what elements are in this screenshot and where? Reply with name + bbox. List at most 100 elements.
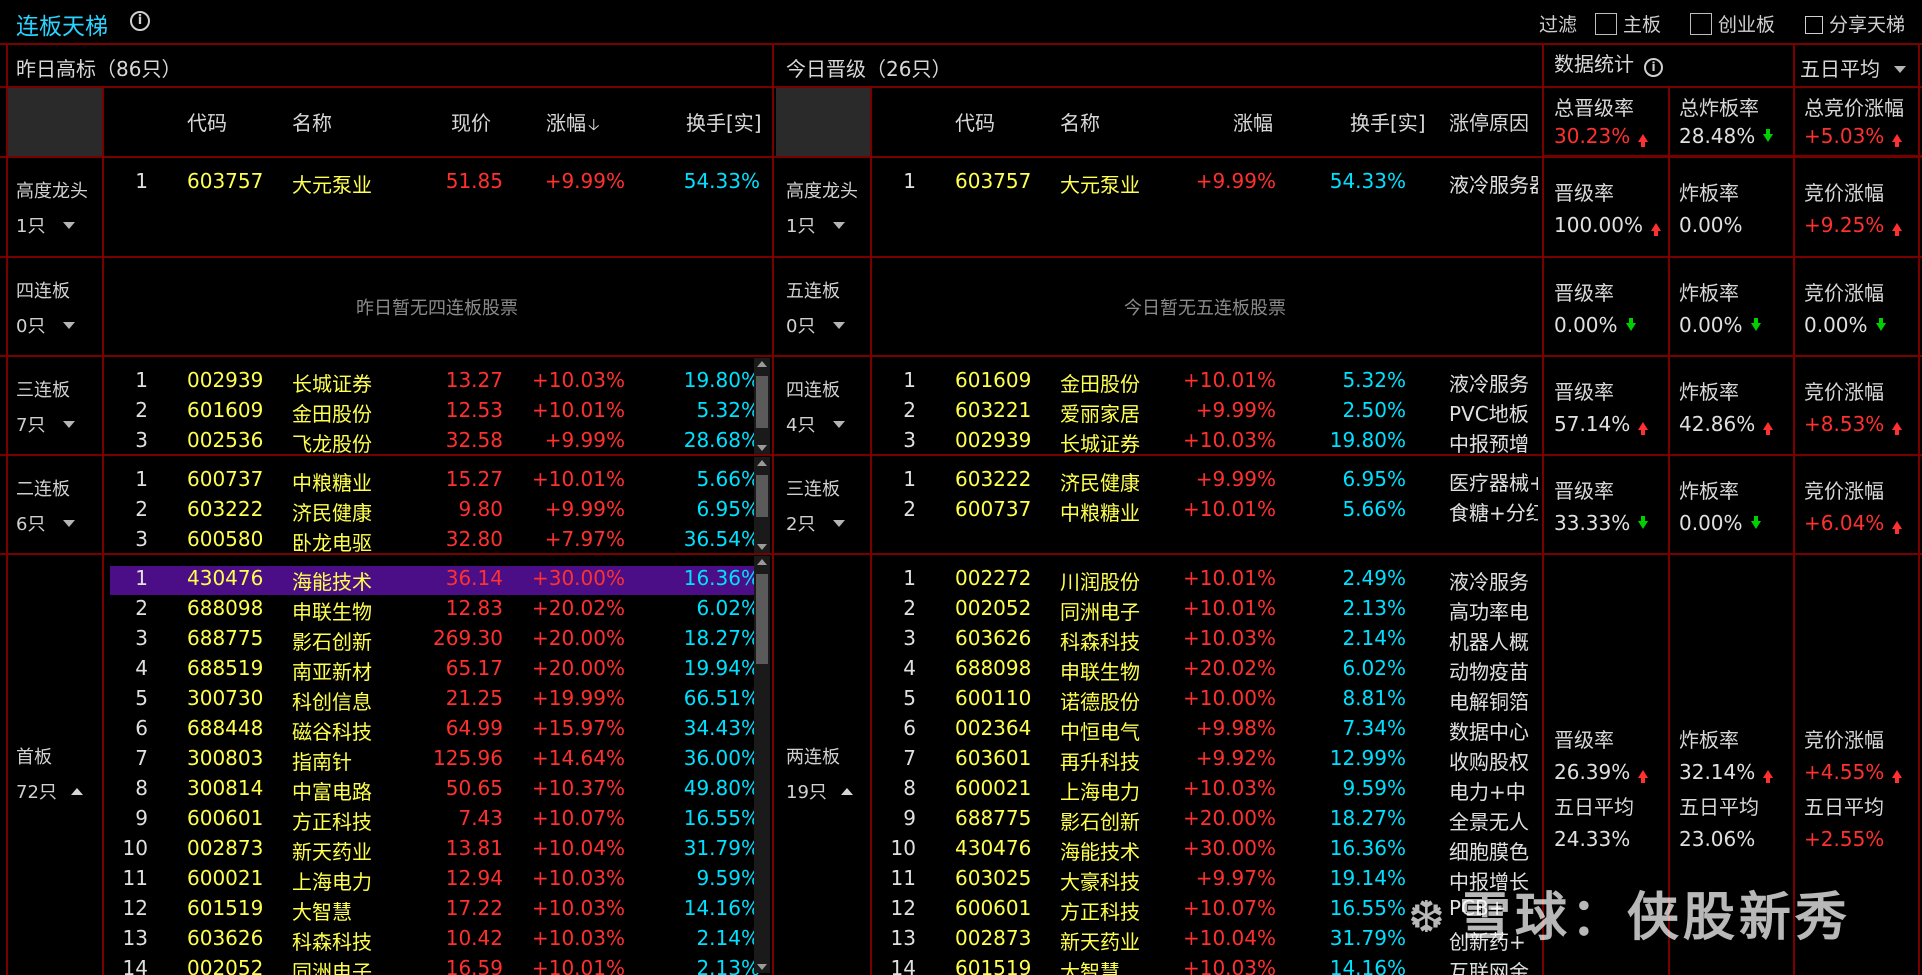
scroll-down-icon[interactable]: [757, 445, 767, 451]
chinext-checkbox[interactable]: 创业板: [1690, 10, 1775, 37]
chevron-down-icon: [63, 322, 76, 329]
left-corner: [8, 88, 102, 156]
table-row[interactable]: 11 600021 上海电力 12.94 +10.03% 9.59%: [110, 866, 760, 895]
table-row[interactable]: 1 002272 川润股份 +10.01% 2.49% 液冷服务: [878, 566, 1538, 595]
col-price[interactable]: 现价: [451, 107, 491, 136]
col-change-sorted[interactable]: 涨幅 🡣: [546, 107, 600, 141]
table-row[interactable]: 7 300803 指南针 125.96 +14.64% 36.00%: [110, 746, 760, 775]
table-row[interactable]: 5 300730 科创信息 21.25 +19.99% 66.51%: [110, 686, 760, 715]
col-reason[interactable]: 涨停原因: [1449, 107, 1529, 136]
table-row[interactable]: 2 603222 济民健康 9.80 +9.99% 6.95%: [110, 497, 760, 526]
scrollbar-thumb[interactable]: [756, 475, 768, 517]
table-row[interactable]: 4 688519 南亚新材 65.17 +20.00% 19.94%: [110, 656, 760, 685]
table-row[interactable]: 1 601609 金田股份 +10.01% 5.32% 液冷服务: [878, 368, 1538, 397]
checkbox-icon[interactable]: [1690, 13, 1712, 35]
title-bar: 连板天梯 i 过滤 主板 创业板 分享天梯: [0, 0, 1922, 44]
table-row[interactable]: 8 300814 中富电路 50.65 +10.37% 49.80%: [110, 776, 760, 805]
scroll-down-icon[interactable]: [757, 964, 767, 970]
table-row[interactable]: 10 430476 海能技术 +30.00% 16.36% 细胞膜色: [878, 836, 1538, 865]
table-row[interactable]: 12 601519 大智慧 17.22 +10.03% 14.16%: [110, 896, 760, 925]
five-day-average: 五日平均 24.33%: [1554, 794, 1634, 851]
arrow-up-icon: [1638, 769, 1649, 783]
table-row[interactable]: 2 603221 爱丽家居 +9.99% 2.50% PVC地板: [878, 398, 1538, 427]
col-code[interactable]: 代码: [187, 107, 227, 136]
left-tier-label[interactable]: 四连板 0只: [16, 277, 76, 338]
table-row[interactable]: 5 600110 诺德股份 +10.00% 8.81% 电解铜箔: [878, 686, 1538, 715]
table-row[interactable]: 3 603626 科森科技 +10.03% 2.14% 机器人概: [878, 626, 1538, 655]
table-row[interactable]: 7 603601 再升科技 +9.92% 12.99% 收购股权: [878, 746, 1538, 775]
col-turnover[interactable]: 换手[实]: [1350, 107, 1426, 136]
scrollbar[interactable]: [754, 457, 770, 553]
col-name[interactable]: 名称: [1060, 107, 1100, 136]
arrow-up-icon: [1763, 422, 1774, 435]
left-tier-label[interactable]: 高度龙头 1只: [16, 177, 88, 238]
table-row[interactable]: 9 600601 方正科技 7.43 +10.07% 16.55%: [110, 806, 760, 835]
table-row[interactable]: 3 002939 长城证券 +10.03% 19.80% 中报预增: [878, 428, 1538, 457]
divider: [1668, 86, 1670, 975]
left-tier-label[interactable]: 三连板 7只: [16, 376, 76, 437]
table-row[interactable]: 3 002536 飞龙股份 32.58 +9.99% 28.68%: [110, 428, 760, 457]
table-row[interactable]: 10 002873 新天药业 13.81 +10.04% 31.79%: [110, 836, 760, 865]
col-name[interactable]: 名称: [292, 107, 332, 136]
tier-stat: 竞价涨幅 +9.25%: [1804, 177, 1922, 237]
filter-label: 过滤: [1539, 14, 1578, 36]
table-row[interactable]: 1 600737 中粮糖业 15.27 +10.01% 5.66%: [110, 467, 760, 496]
scroll-up-icon[interactable]: [757, 460, 767, 466]
table-row[interactable]: 2 002052 同洲电子 +10.01% 2.13% 高功率电: [878, 596, 1538, 625]
right-tier-label[interactable]: 两连板 19只: [786, 743, 853, 804]
col-turnover[interactable]: 换手[实]: [686, 107, 762, 136]
share-ladder-button[interactable]: 分享天梯: [1805, 10, 1905, 37]
table-row[interactable]: 1 002939 长城证券 13.27 +10.03% 19.80%: [110, 368, 760, 397]
scrollbar[interactable]: [754, 358, 770, 454]
table-row[interactable]: 1603757大元泵业+9.99%54.33%液冷服务器: [878, 169, 1538, 198]
table-row[interactable]: 4 688098 申联生物 +20.02% 6.02% 动物疫苗: [878, 656, 1538, 685]
period-select[interactable]: 五日平均: [1800, 53, 1906, 82]
table-row[interactable]: 3 688775 影石创新 269.30 +20.00% 18.27%: [110, 626, 760, 655]
app-title: 连板天梯: [16, 14, 108, 40]
table-row[interactable]: 13 603626 科森科技 10.42 +10.03% 2.14%: [110, 926, 760, 955]
scroll-up-icon[interactable]: [757, 559, 767, 565]
right-tier-label[interactable]: 四连板 4只: [786, 376, 846, 437]
table-row[interactable]: 8 600021 上海电力 +10.03% 9.59% 电力+中: [878, 776, 1538, 805]
table-row[interactable]: 1 430476 海能技术 36.14 +30.00% 16.36%: [110, 566, 760, 595]
tier-stat: 竞价涨幅 +6.04%: [1804, 475, 1922, 535]
table-row[interactable]: 6 002364 中恒电气 +9.98% 7.34% 数据中心: [878, 716, 1538, 745]
left-tier-label[interactable]: 二连板 6只: [16, 475, 76, 536]
chevron-down-icon: [63, 520, 76, 527]
main-board-checkbox[interactable]: 主板: [1595, 10, 1661, 37]
table-row[interactable]: 3 600580 卧龙电驱 32.80 +7.97% 36.54%: [110, 527, 760, 556]
table-row[interactable]: 14 601519 大智慧 +10.03% 14.16% 互联网金: [878, 956, 1538, 975]
table-row[interactable]: 6 688448 磁谷科技 64.99 +15.97% 34.43%: [110, 716, 760, 745]
divider: [0, 454, 1922, 456]
chevron-up-icon: [840, 787, 853, 795]
table-row[interactable]: 1 603757 大元泵业 51.85 +9.99% 54.33%: [110, 169, 760, 198]
scrollbar-thumb[interactable]: [756, 574, 768, 664]
info-icon[interactable]: i: [130, 11, 150, 31]
five-day-average: 五日平均 23.06%: [1679, 794, 1759, 851]
col-change[interactable]: 涨幅: [1233, 107, 1273, 136]
col-code[interactable]: 代码: [955, 107, 995, 136]
left-tier-label[interactable]: 首板 72只: [16, 743, 83, 804]
table-row[interactable]: 9 688775 影石创新 +20.00% 18.27% 全景无人: [878, 806, 1538, 835]
arrow-up-icon: [1892, 223, 1903, 236]
right-tier-label[interactable]: 高度龙头 1只: [786, 177, 858, 238]
checkbox-icon[interactable]: [1595, 13, 1617, 35]
table-row[interactable]: 2 601609 金田股份 12.53 +10.01% 5.32%: [110, 398, 760, 427]
today-promoted-header: 今日晋级（26只）: [786, 57, 952, 81]
arrow-up-icon: [1638, 422, 1649, 435]
info-icon[interactable]: i: [1644, 58, 1663, 77]
scroll-up-icon[interactable]: [757, 361, 767, 367]
arrow-down-icon: [1638, 516, 1649, 529]
tier-stat: 晋级率 57.14%: [1554, 376, 1674, 436]
table-row[interactable]: 14 002052 同洲电子 16.59 +10.01% 2.13%: [110, 956, 760, 975]
five-day-average: 五日平均 +2.55%: [1804, 794, 1885, 851]
scroll-down-icon[interactable]: [757, 544, 767, 550]
table-row[interactable]: 1 603222 济民健康 +9.99% 6.95% 医疗器械+: [878, 467, 1538, 496]
chevron-down-icon: [833, 421, 846, 428]
scrollbar-thumb[interactable]: [756, 376, 768, 428]
right-tier-label[interactable]: 五连板 0只: [786, 277, 846, 338]
right-tier-label[interactable]: 三连板 2只: [786, 475, 846, 536]
scrollbar[interactable]: [754, 556, 770, 973]
table-row[interactable]: 2 688098 申联生物 12.83 +20.02% 6.02%: [110, 596, 760, 625]
table-row[interactable]: 2 600737 中粮糖业 +10.01% 5.66% 食糖+分红: [878, 497, 1538, 526]
